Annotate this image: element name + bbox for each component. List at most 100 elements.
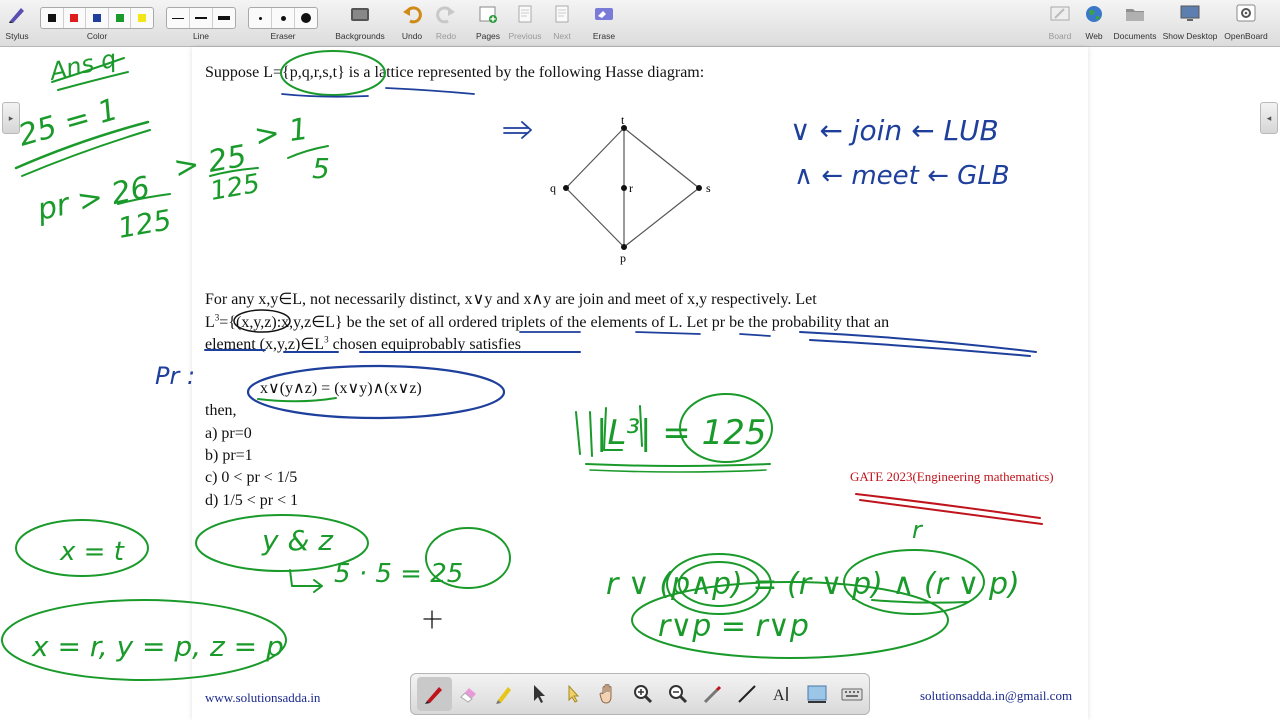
laser-tool-button[interactable] <box>556 677 591 711</box>
hasse-edge-q-p <box>565 187 625 248</box>
hand-tool-button[interactable] <box>591 677 626 711</box>
svg-text:A: A <box>773 687 785 704</box>
drawing-toolbar: A <box>410 673 870 715</box>
chosen-text: chosen equiprobably satisfies <box>328 336 521 353</box>
monitor-icon <box>1179 4 1201 24</box>
text-icon: A <box>773 687 788 704</box>
chevron-right-icon: ▸ <box>8 112 14 123</box>
question-para-line2: L3={(x,y,z):x,y,z∈L} be the set of all o… <box>205 312 889 332</box>
eraser-medium-option[interactable] <box>272 8 295 28</box>
backgrounds-icon <box>349 4 371 24</box>
hasse-label-s: s <box>706 181 711 195</box>
highlighter-tool-button[interactable] <box>487 677 522 711</box>
color-swatch-red[interactable] <box>64 8 87 28</box>
board-icon <box>1049 4 1071 24</box>
openboard-menu-button[interactable]: OpenBoard <box>1222 0 1270 46</box>
hasse-edge-t-s <box>623 127 700 189</box>
ans-underline <box>51 57 125 83</box>
left-gutter: ▸ <box>0 47 22 720</box>
erase-button[interactable]: Erase <box>588 0 620 46</box>
eraser-large-option[interactable] <box>295 8 317 28</box>
eraser-size-options <box>248 7 318 29</box>
left-panel-toggle[interactable]: ▸ <box>2 102 20 134</box>
option-b: b) pr=1 <box>205 447 253 464</box>
twentyfive-note: 25 = 1 <box>15 92 122 154</box>
pointer-tool-button[interactable] <box>521 677 556 711</box>
question-para-line1: For any x,y∈L, not necessarily distinct,… <box>205 291 817 308</box>
eraser-tool-button[interactable] <box>452 677 487 711</box>
color-swatch-blue[interactable] <box>86 8 109 28</box>
redo-button[interactable]: Redo <box>432 0 460 46</box>
color-picker[interactable]: Color <box>40 0 154 46</box>
footer-email: solutionsadda.in@gmail.com <box>920 688 1073 703</box>
pen-icon <box>425 687 443 704</box>
hasse-node-s <box>696 185 702 191</box>
ans-underline <box>57 71 129 91</box>
web-button[interactable]: Web <box>1080 0 1108 46</box>
undo-icon <box>401 4 423 24</box>
zoom-out-tool-button[interactable] <box>660 677 695 711</box>
question-para-line3: element (x,y,z)∈L3 chosen equiprobably s… <box>205 334 521 354</box>
capture-tool-button[interactable] <box>695 677 730 711</box>
main-toolbar: Stylus Color Line Eraser Backgrounds Und… <box>0 0 1280 47</box>
screenshot-icon <box>807 685 827 703</box>
hasse-edge-s-p <box>623 187 700 248</box>
eraser-small-option[interactable] <box>249 8 272 28</box>
gear-icon <box>1235 4 1257 24</box>
line-tool-button[interactable] <box>730 677 765 711</box>
hasse-node-q <box>563 185 569 191</box>
next-page-icon <box>551 4 573 24</box>
pr-inequality-denominator: 125 <box>115 203 173 245</box>
fraction-bar <box>117 193 171 205</box>
hasse-label-q: q <box>550 181 556 195</box>
hasse-diagram: t q r s p <box>550 113 711 265</box>
chevron-left-icon: ◂ <box>1266 112 1272 123</box>
erase-board-icon <box>593 4 615 24</box>
distributive-equation: x∨(y∧z) = (x∨y)∧(x∨z) <box>260 380 422 397</box>
text-tool-button[interactable]: A <box>765 677 800 711</box>
folder-icon <box>1124 4 1146 24</box>
set-l: L <box>205 314 215 331</box>
line-medium-option[interactable] <box>190 8 213 28</box>
keyboard-tool-button[interactable] <box>834 677 869 711</box>
color-swatch-black[interactable] <box>41 8 64 28</box>
previous-page-button[interactable]: Previous <box>506 0 544 46</box>
color-swatch-yellow[interactable] <box>131 8 153 28</box>
color-swatch-green[interactable] <box>109 8 132 28</box>
redo-icon <box>435 4 457 24</box>
hasse-label-t: t <box>621 113 625 127</box>
show-desktop-button[interactable]: Show Desktop <box>1162 0 1218 46</box>
twentyfive-underline <box>21 129 151 177</box>
set-definition: ={(x,y,z):x,y,z∈L} be the set of all ord… <box>219 314 890 331</box>
eraser-size-picker[interactable]: Eraser <box>248 0 318 46</box>
documents-button[interactable]: Documents <box>1110 0 1160 46</box>
line-icon <box>738 685 756 703</box>
x-eq-t-note: x = t <box>59 537 125 567</box>
line-width-options <box>166 7 236 29</box>
eraser-icon <box>460 688 477 703</box>
zoom-in-tool-button[interactable] <box>626 677 661 711</box>
undo-button[interactable]: Undo <box>398 0 426 46</box>
pages-button[interactable]: Pages <box>472 0 504 46</box>
hasse-label-p: p <box>620 251 626 265</box>
pr-colon-note: Pr : <box>155 362 195 390</box>
line-thick-option[interactable] <box>213 8 235 28</box>
previous-page-icon <box>514 4 536 24</box>
hasse-node-p <box>621 244 627 250</box>
right-panel-toggle[interactable]: ◂ <box>1260 102 1278 134</box>
globe-icon <box>1083 4 1105 24</box>
line-thin-option[interactable] <box>167 8 190 28</box>
pr-inequality: pr > 26 <box>33 170 153 228</box>
option-c: c) 0 < pr < 1/5 <box>205 469 298 486</box>
screenshot-tool-button[interactable] <box>799 677 834 711</box>
hasse-edge-t-q <box>565 127 625 189</box>
stylus-button[interactable]: Stylus <box>0 0 34 46</box>
hand-icon <box>599 684 612 704</box>
board-button[interactable]: Board <box>1044 0 1076 46</box>
next-page-button[interactable]: Next <box>548 0 576 46</box>
question-intro: Suppose L={p,q,r,s,t} is a lattice repre… <box>205 64 705 81</box>
backgrounds-button[interactable]: Backgrounds <box>330 0 390 46</box>
line-width-picker[interactable]: Line <box>166 0 236 46</box>
pen-tool-button[interactable] <box>417 677 452 711</box>
then-text: then, <box>205 402 237 419</box>
